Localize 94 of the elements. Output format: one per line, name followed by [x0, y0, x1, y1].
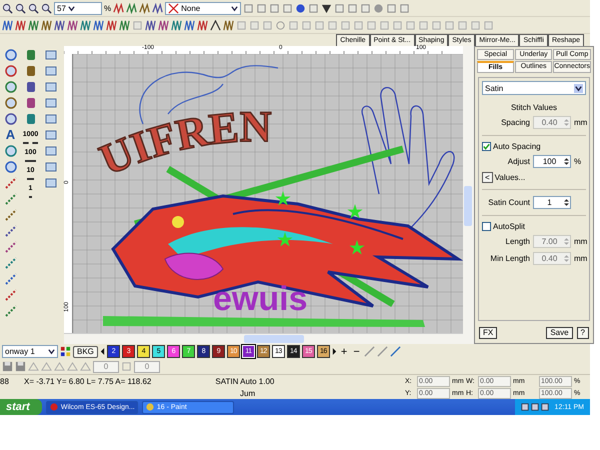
spin-field[interactable]: 1 — [533, 196, 571, 209]
expand-button[interactable]: < — [482, 172, 493, 183]
unit-label: mm — [574, 118, 586, 127]
color-select-field[interactable]: None — [165, 2, 242, 14]
checkbox[interactable] — [482, 142, 491, 151]
spin-arrows-icon — [564, 118, 569, 127]
tool-icon[interactable] — [44, 112, 58, 126]
tool-icon[interactable] — [4, 160, 18, 174]
magnifier-icon[interactable] — [28, 2, 39, 14]
spin-arrows-icon — [564, 198, 569, 207]
field-label: Length — [506, 237, 530, 246]
field-label: Spacing — [501, 118, 530, 127]
stitch-type-readout: SATIN Auto 1.00 — [215, 376, 274, 386]
horizontal-scrollbar[interactable] — [64, 333, 463, 344]
tool-icon[interactable] — [44, 80, 58, 94]
circle-icon[interactable] — [373, 2, 384, 14]
tool-icon[interactable] — [4, 272, 18, 286]
square-icon[interactable] — [269, 2, 280, 14]
panel-button[interactable]: Save — [546, 327, 573, 339]
object-count: 88 — [0, 376, 10, 386]
tool-icon[interactable] — [4, 240, 18, 254]
square-icon[interactable] — [360, 2, 372, 14]
tool-icon[interactable] — [4, 256, 18, 270]
coordinates-readout: X= -3.71 Y= 6.80 L= 7.75 A= 118.62 — [24, 376, 152, 386]
magnifier-icon[interactable] — [41, 2, 52, 14]
square-icon[interactable] — [243, 2, 254, 14]
tool-icon[interactable] — [4, 112, 18, 126]
tool-icon[interactable] — [44, 144, 58, 158]
square-icon[interactable] — [256, 2, 268, 14]
lettering-tool[interactable]: A — [6, 128, 16, 142]
tool-icon[interactable] — [44, 128, 58, 142]
panel-button[interactable]: ? — [576, 327, 589, 339]
field-label: Min Length — [490, 254, 530, 263]
panel-button[interactable]: FX — [479, 327, 498, 339]
palette-tool[interactable]: + — [338, 346, 350, 358]
tool-icon[interactable] — [4, 48, 18, 62]
triangle-icon[interactable] — [321, 2, 332, 14]
app-icon — [50, 403, 58, 411]
tool-icon[interactable] — [44, 160, 58, 174]
zoom-unit: % — [104, 4, 112, 12]
spin-arrows-icon — [564, 254, 569, 263]
scroll-thumb[interactable] — [464, 186, 472, 226]
square-icon[interactable] — [347, 2, 358, 14]
unit-label: mm — [574, 237, 586, 246]
checkbox-label: Auto Spacing — [493, 142, 541, 151]
right-arrow-icon[interactable] — [332, 347, 337, 356]
spin-arrows-icon — [564, 157, 569, 166]
magnifier-icon[interactable] — [2, 2, 13, 14]
circle-icon[interactable] — [275, 20, 286, 30]
left-arrow-icon[interactable] — [100, 347, 105, 356]
tool-icon[interactable] — [4, 176, 18, 190]
magnifier-icon[interactable] — [15, 2, 26, 14]
thread-chart-dropdown[interactable]: onway 1 — [2, 345, 58, 358]
tool-icon[interactable] — [4, 288, 18, 302]
unit-label: mm — [574, 254, 586, 263]
palette-tool[interactable]: − — [351, 346, 362, 358]
zoom-field[interactable]: 57 — [54, 2, 102, 14]
embroidered-arc-text: UIFREN — [92, 102, 272, 185]
cross-icon — [168, 2, 180, 14]
scroll-thumb[interactable] — [244, 335, 304, 343]
field-label: Satin Count — [488, 198, 530, 207]
tool-icon[interactable] — [44, 176, 58, 190]
circle-icon[interactable] — [295, 2, 306, 14]
checkbox-label: AutoSplit — [493, 222, 526, 231]
background-button[interactable]: BKG — [73, 346, 98, 358]
embroidered-text: ewuis — [213, 280, 308, 318]
checkbox[interactable] — [482, 222, 491, 231]
square-icon[interactable] — [399, 2, 410, 14]
tool-icon[interactable] — [44, 64, 58, 78]
mode-readout: Jum — [240, 388, 256, 398]
tool-icon[interactable] — [4, 144, 18, 158]
square-icon[interactable] — [282, 2, 294, 14]
dropdown-arrow-icon — [574, 84, 583, 92]
vertical-scrollbar[interactable] — [463, 46, 474, 344]
spin-arrows-icon — [564, 237, 569, 246]
tool-icon[interactable] — [4, 192, 18, 206]
tool-icon[interactable] — [4, 304, 18, 318]
section-title: Stitch Values — [510, 103, 558, 112]
start-button[interactable]: start — [0, 399, 42, 415]
spin-field[interactable]: 100 — [533, 155, 571, 168]
unit-label: % — [574, 157, 582, 166]
values-label: Values... — [494, 173, 526, 182]
tool-icon[interactable] — [4, 80, 18, 94]
tool-icon[interactable] — [44, 96, 58, 110]
tool-icon[interactable] — [4, 64, 18, 78]
tool-icon[interactable] — [4, 96, 18, 110]
square-icon[interactable] — [386, 2, 398, 14]
field-label: Adjust — [508, 157, 530, 166]
tool-icon[interactable] — [4, 208, 18, 222]
color-grid-icon[interactable] — [60, 346, 71, 357]
fill-type-dropdown[interactable]: Satin — [482, 81, 586, 95]
app-icon — [146, 403, 154, 411]
tool-icon[interactable] — [4, 224, 18, 238]
tool-icon[interactable] — [44, 48, 58, 62]
